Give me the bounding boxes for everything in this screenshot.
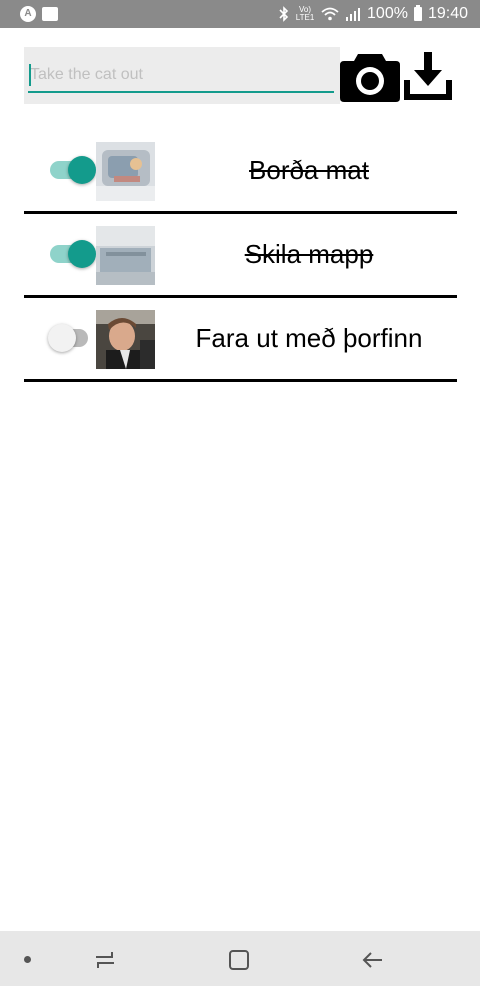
task-label: Fara ut með þorfinn [195, 323, 423, 353]
toggle-knob [68, 240, 96, 268]
camera-icon [340, 54, 400, 102]
task-complete-toggle[interactable] [48, 153, 96, 187]
back-button[interactable] [360, 947, 386, 973]
task-thumbnail[interactable] [96, 142, 155, 201]
task-complete-toggle[interactable] [48, 237, 96, 271]
toggle-knob [68, 156, 96, 184]
home-button[interactable] [226, 947, 252, 973]
home-icon [229, 950, 249, 970]
task-row: Borða mat [24, 130, 457, 214]
app-a-icon: A [20, 6, 36, 22]
task-thumbnail[interactable] [96, 226, 155, 285]
clock: 19:40 [427, 5, 468, 22]
battery-percentage: 100% [367, 5, 408, 22]
status-bar-right: Vo) LTE1 100% 19:40 [279, 5, 468, 23]
status-bar-left: A [20, 6, 58, 22]
battery-icon [413, 5, 422, 21]
wifi-icon [321, 7, 339, 21]
outlook-icon [42, 7, 58, 21]
navigation-bar [0, 931, 480, 986]
new-task-input[interactable] [28, 59, 334, 93]
task-label: Skila mapp [244, 239, 374, 269]
signal-icon [346, 8, 361, 21]
download-button[interactable] [402, 50, 454, 102]
task-row: Skila mapp [24, 214, 457, 298]
back-icon [362, 952, 382, 968]
text-cursor [29, 64, 31, 86]
bluetooth-icon [279, 6, 289, 22]
new-task-field-container [24, 47, 340, 104]
download-icon [404, 52, 452, 100]
app-screen: A Vo) LTE1 100% 19:40 Take the cat out B… [0, 0, 480, 986]
task-label: Borða mat [249, 155, 369, 185]
toggle-knob [48, 324, 76, 352]
volte-icon: Vo) LTE1 [295, 5, 315, 22]
task-complete-toggle[interactable] [48, 321, 96, 355]
task-row: Fara ut með þorfinn [24, 298, 457, 382]
status-bar: A Vo) LTE1 100% 19:40 [0, 0, 480, 28]
task-thumbnail[interactable] [96, 310, 155, 369]
camera-button[interactable] [340, 50, 400, 102]
nav-dot-indicator [24, 956, 31, 963]
recent-apps-icon [96, 952, 114, 968]
recent-apps-button[interactable] [92, 947, 118, 973]
